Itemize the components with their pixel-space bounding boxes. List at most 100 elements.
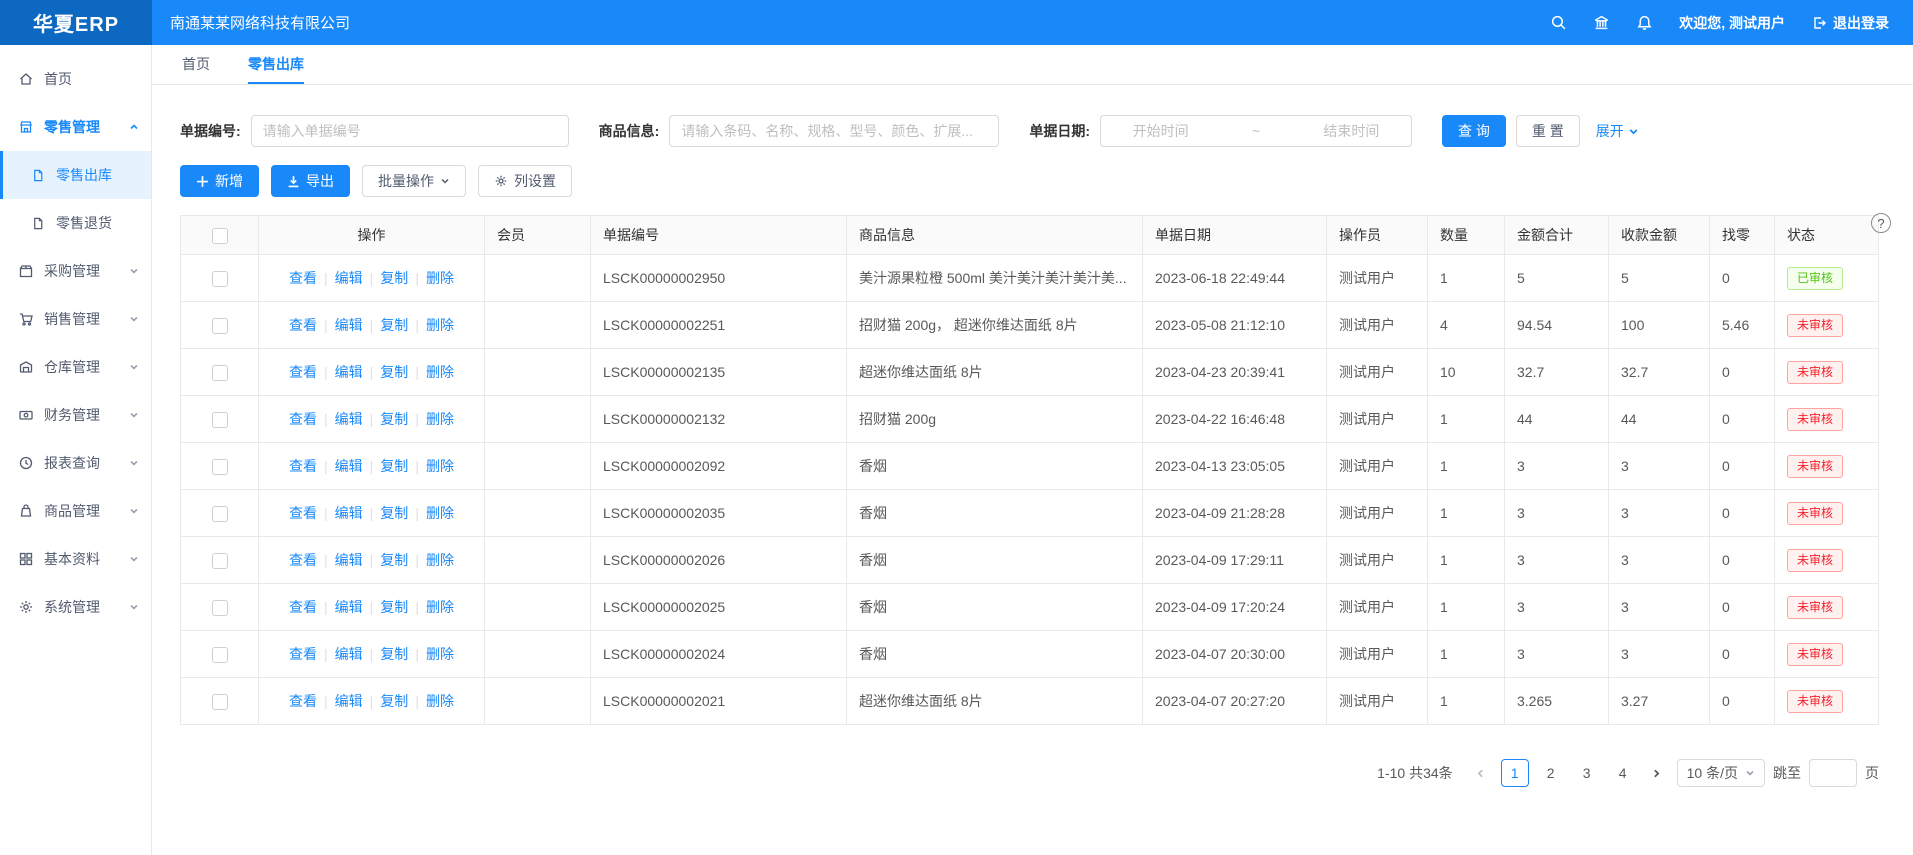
row-checkbox[interactable] [212,318,228,334]
row-checkbox[interactable] [212,506,228,522]
sidebar-item-warehouse[interactable]: 仓库管理 [0,343,151,391]
edit-link[interactable]: 编辑 [335,599,363,615]
sidebar-item-retail[interactable]: 零售管理 [0,103,151,151]
export-button[interactable]: 导出 [271,165,350,197]
delete-link[interactable]: 删除 [426,646,454,662]
delete-link[interactable]: 删除 [426,317,454,333]
copy-link[interactable]: 复制 [380,411,408,427]
edit-link[interactable]: 编辑 [335,646,363,662]
delete-link[interactable]: 删除 [426,364,454,380]
sidebar-item-home[interactable]: 首页 [0,55,151,103]
copy-link[interactable]: 复制 [380,458,408,474]
next-page-button[interactable] [1645,759,1669,787]
operator-cell: 测试用户 [1327,537,1428,584]
select-all-checkbox[interactable] [212,228,228,244]
edit-link[interactable]: 编辑 [335,693,363,709]
edit-link[interactable]: 编辑 [335,270,363,286]
copy-link[interactable]: 复制 [380,693,408,709]
date-cell: 2023-04-23 20:39:41 [1143,349,1327,396]
delete-link[interactable]: 删除 [426,552,454,568]
sidebar-item-purchase[interactable]: 采购管理 [0,247,151,295]
view-link[interactable]: 查看 [289,411,317,427]
view-link[interactable]: 查看 [289,693,317,709]
sidebar-item-goods[interactable]: 商品管理 [0,487,151,535]
column-settings-button[interactable]: 列设置 [478,165,572,197]
page-button-2[interactable]: 2 [1537,759,1565,787]
reset-button[interactable]: 重 置 [1516,115,1580,147]
add-button[interactable]: 新增 [180,165,259,197]
sidebar-item-finance[interactable]: 财务管理 [0,391,151,439]
copy-link[interactable]: 复制 [380,317,408,333]
view-link[interactable]: 查看 [289,505,317,521]
copy-link[interactable]: 复制 [380,552,408,568]
search-button[interactable]: 查 询 [1442,115,1506,147]
view-link[interactable]: 查看 [289,458,317,474]
delete-link[interactable]: 删除 [426,505,454,521]
copy-link[interactable]: 复制 [380,599,408,615]
row-checkbox[interactable] [212,694,228,710]
view-link[interactable]: 查看 [289,552,317,568]
sidebar-item-retail-return[interactable]: 零售退货 [0,199,151,247]
page-button-1[interactable]: 1 [1501,759,1529,787]
edit-link[interactable]: 编辑 [335,411,363,427]
row-checkbox[interactable] [212,365,228,381]
delete-link[interactable]: 删除 [426,411,454,427]
page-button-3[interactable]: 3 [1573,759,1601,787]
sidebar-item-label: 首页 [44,69,72,89]
copy-link[interactable]: 复制 [380,505,408,521]
batch-actions-button[interactable]: 批量操作 [362,165,466,197]
view-link[interactable]: 查看 [289,646,317,662]
delete-link[interactable]: 删除 [426,270,454,286]
tab-retail-outbound[interactable]: 零售出库 [248,45,304,84]
row-checkbox[interactable] [212,271,228,287]
edit-link[interactable]: 编辑 [335,552,363,568]
operator-cell: 测试用户 [1327,349,1428,396]
row-checkbox[interactable] [212,459,228,475]
date-end-placeholder: 结束时间 [1323,121,1379,141]
pagination: 1-10 共34条 1 2 3 4 10 条/页 跳至 页 [152,759,1879,787]
jump-page-input[interactable] [1809,759,1857,787]
edit-link[interactable]: 编辑 [335,505,363,521]
view-link[interactable]: 查看 [289,270,317,286]
member-cell [485,349,591,396]
goods-info-input[interactable] [669,115,999,147]
edit-link[interactable]: 编辑 [335,364,363,380]
prev-page-button[interactable] [1469,759,1493,787]
paid-cell: 100 [1609,302,1710,349]
delete-link[interactable]: 删除 [426,458,454,474]
sidebar-item-basic-data[interactable]: 基本资料 [0,535,151,583]
row-checkbox[interactable] [212,647,228,663]
help-icon[interactable]: ? [1871,213,1891,233]
tab-home[interactable]: 首页 [182,45,210,84]
chevron-up-icon [129,122,139,132]
logout-button[interactable]: 退出登录 [1811,13,1889,33]
bank-icon[interactable] [1593,14,1610,31]
row-checkbox[interactable] [212,412,228,428]
date-cell: 2023-04-09 17:20:24 [1143,584,1327,631]
bell-icon[interactable] [1636,14,1653,31]
sidebar-item-reports[interactable]: 报表查询 [0,439,151,487]
page-button-4[interactable]: 4 [1609,759,1637,787]
edit-link[interactable]: 编辑 [335,458,363,474]
table-row: 查看|编辑|复制|删除 LSCK00000002035 香烟 2023-04-0… [181,490,1879,537]
search-icon[interactable] [1550,14,1567,31]
copy-link[interactable]: 复制 [380,270,408,286]
edit-link[interactable]: 编辑 [335,317,363,333]
copy-link[interactable]: 复制 [380,646,408,662]
date-range-picker[interactable]: 开始时间 ~ 结束时间 [1100,115,1412,147]
add-label: 新增 [215,171,243,191]
sidebar-item-system[interactable]: 系统管理 [0,583,151,631]
expand-link[interactable]: 展开 [1596,121,1639,141]
sidebar-item-retail-outbound[interactable]: 零售出库 [0,151,151,199]
bill-no-input[interactable] [251,115,569,147]
view-link[interactable]: 查看 [289,364,317,380]
view-link[interactable]: 查看 [289,599,317,615]
view-link[interactable]: 查看 [289,317,317,333]
copy-link[interactable]: 复制 [380,364,408,380]
row-checkbox[interactable] [212,553,228,569]
delete-link[interactable]: 删除 [426,693,454,709]
row-checkbox[interactable] [212,600,228,616]
sidebar-item-sales[interactable]: 销售管理 [0,295,151,343]
delete-link[interactable]: 删除 [426,599,454,615]
page-size-select[interactable]: 10 条/页 [1677,759,1765,787]
